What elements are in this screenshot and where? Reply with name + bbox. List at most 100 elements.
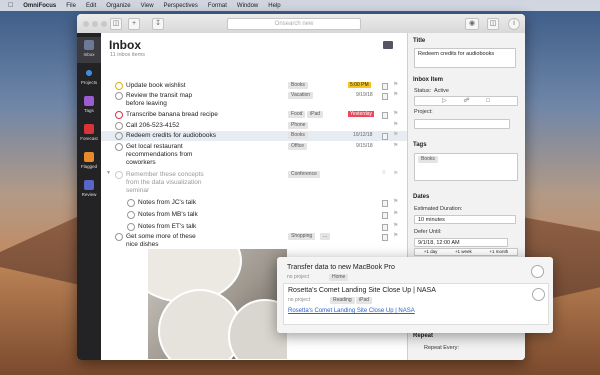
quick-entry-item[interactable]: Transfer data to new MacBook Pro no proj…: [283, 261, 547, 283]
project-label: no project: [288, 297, 310, 303]
menu-file[interactable]: File: [66, 3, 76, 9]
flag-icon[interactable]: ⚑: [393, 110, 398, 117]
list-item[interactable]: Get some more of these nice dishes Shopp…: [101, 232, 407, 250]
menu-window[interactable]: Window: [237, 3, 258, 9]
sidebar-right-toggle-icon[interactable]: ◫: [487, 18, 499, 30]
sidebar-item-forecast[interactable]: Forecast: [77, 121, 101, 147]
item-title[interactable]: Call 206-523-4152: [126, 122, 179, 130]
list-item[interactable]: Notes from MB's talk ⚑: [101, 210, 407, 220]
sidebar-toggle-icon[interactable]: ◫: [110, 18, 122, 30]
title-field[interactable]: Redeem credits for audiobooks: [414, 48, 516, 68]
list-item[interactable]: Get local restaurant recommendations fro…: [101, 142, 407, 168]
status-circle-icon[interactable]: [115, 92, 123, 100]
item-title[interactable]: Update book wishlist: [126, 82, 186, 90]
item-title[interactable]: Remember these concepts: [126, 171, 204, 179]
status-circle-icon[interactable]: [127, 223, 135, 231]
clean-up-icon[interactable]: ↧: [152, 18, 164, 30]
sidebar-item-review[interactable]: Review: [77, 177, 101, 203]
apple-icon[interactable]: : [8, 2, 13, 9]
status-circle-icon[interactable]: [115, 233, 123, 241]
status-circle-icon[interactable]: [531, 265, 544, 278]
sidebar-item-tags[interactable]: Tags: [77, 93, 101, 119]
status-circle-icon[interactable]: [115, 111, 123, 119]
status-segmented-control[interactable]: ▷ ☍ □: [414, 96, 518, 106]
item-title[interactable]: Notes from MB's talk: [138, 211, 198, 219]
menu-format[interactable]: Format: [208, 3, 227, 9]
defer-plus-week-button[interactable]: +1 week: [455, 249, 472, 255]
status-circle-icon[interactable]: [127, 211, 135, 219]
status-circle-icon[interactable]: [115, 143, 123, 151]
flag-icon[interactable]: ⚑: [393, 142, 398, 149]
disclosure-triangle-icon[interactable]: ▼: [106, 170, 111, 176]
note-link[interactable]: Rosetta's Comet Landing Site Close Up | …: [288, 308, 415, 314]
status-circle-icon[interactable]: [115, 82, 123, 90]
status-circle-icon[interactable]: [115, 171, 123, 179]
status-circle-icon[interactable]: [115, 132, 123, 140]
menu-help[interactable]: Help: [268, 3, 280, 9]
list-item[interactable]: Notes from JC's talk ⚑: [101, 198, 407, 208]
tag-badge: Reading: [330, 297, 355, 304]
item-title[interactable]: Notes from ET's talk: [138, 223, 196, 231]
inspector-info-icon[interactable]: i: [508, 18, 520, 30]
flag-icon[interactable]: ⚑: [393, 81, 398, 88]
item-title[interactable]: Get local restaurant: [126, 143, 183, 151]
menu-view[interactable]: View: [141, 3, 154, 9]
status-circle-icon[interactable]: [115, 122, 123, 130]
defer-plus-month-button[interactable]: +1 month: [489, 249, 508, 255]
quick-entry-item-selected[interactable]: Rosetta's Comet Landing Site Close Up | …: [283, 283, 549, 325]
list-item[interactable]: Notes from ET's talk ⚑: [101, 222, 407, 232]
status-circle-icon[interactable]: [127, 199, 135, 207]
new-item-icon[interactable]: +: [128, 18, 140, 30]
tags-section-header[interactable]: Tags: [413, 142, 427, 148]
item-title[interactable]: Redeem credits for audiobooks: [126, 132, 216, 140]
list-item-selected[interactable]: Redeem credits for audiobooks Books 10/1…: [101, 131, 407, 141]
item-title[interactable]: Transfer data to new MacBook Pro: [287, 264, 395, 271]
project-picker[interactable]: [414, 119, 510, 129]
menu-bar:  OmniFocus File Edit Organize View Pers…: [0, 0, 600, 11]
menu-perspectives[interactable]: Perspectives: [164, 3, 198, 9]
flag-icon[interactable]: ⚑: [393, 232, 398, 239]
flag-icon[interactable]: ⚑: [393, 121, 398, 128]
item-title[interactable]: Review the transit map: [126, 92, 192, 100]
search-input[interactable]: Onsearch new: [227, 18, 361, 30]
repeat-section-header[interactable]: Repeat: [413, 333, 433, 339]
estimated-duration-field[interactable]: 10 minutes: [414, 215, 516, 224]
sidebar-item-projects[interactable]: Projects: [77, 65, 101, 91]
list-item[interactable]: Transcribe banana bread recipe Food iPad…: [101, 110, 407, 120]
sidebar-item-flagged[interactable]: Flagged: [77, 149, 101, 175]
flag-icon[interactable]: ⚑: [393, 91, 398, 98]
sidebar-item-inbox[interactable]: Inbox: [77, 37, 101, 63]
sidebar-item-label: Tags: [84, 108, 94, 113]
defer-plus-day-button[interactable]: +1 day: [424, 249, 438, 255]
item-title[interactable]: Get some more of these: [126, 233, 196, 241]
list-item[interactable]: Update book wishlist Books 5:00 PM ⚑: [101, 81, 407, 91]
flag-icon[interactable]: ⚑: [393, 131, 398, 138]
flag-icon[interactable]: ⚑: [393, 198, 398, 205]
defer-until-field[interactable]: 9/1/18, 12:00 AM: [414, 238, 508, 247]
close-window-button[interactable]: [83, 21, 89, 27]
list-item-group[interactable]: ▼ Remember these concepts from the data …: [101, 170, 407, 196]
list-item[interactable]: Call 206-523-4152 Phone ⚑: [101, 121, 407, 131]
menu-app-name[interactable]: OmniFocus: [23, 3, 56, 9]
list-item[interactable]: Review the transit map before leaving Va…: [101, 91, 407, 108]
zoom-window-button[interactable]: [101, 21, 107, 27]
item-title[interactable]: Transcribe banana bread recipe: [126, 111, 218, 119]
menu-edit[interactable]: Edit: [86, 3, 96, 9]
menu-organize[interactable]: Organize: [106, 3, 130, 9]
minimize-window-button[interactable]: [92, 21, 98, 27]
view-options-icon[interactable]: ◉: [465, 18, 479, 30]
tag-token[interactable]: Books: [418, 156, 438, 163]
item-title[interactable]: Rosetta's Comet Landing Site Close Up | …: [288, 287, 436, 294]
dates-section-header[interactable]: Dates: [413, 194, 429, 200]
attachment-photo-dishes[interactable]: [148, 249, 287, 359]
inbox-item-section-header[interactable]: Inbox Item: [413, 77, 443, 83]
flag-icon[interactable]: ⚑: [393, 170, 398, 177]
flag-icon[interactable]: ⚑: [393, 222, 398, 229]
item-title[interactable]: Notes from JC's talk: [138, 199, 196, 207]
inbox-count: 11 inbox items: [110, 52, 146, 58]
more-tags-badge[interactable]: ...: [320, 233, 331, 240]
tags-field[interactable]: Books: [414, 153, 518, 181]
title-section-header[interactable]: Title: [413, 38, 425, 44]
flag-icon[interactable]: ⚑: [393, 210, 398, 217]
status-circle-icon[interactable]: [532, 288, 545, 301]
